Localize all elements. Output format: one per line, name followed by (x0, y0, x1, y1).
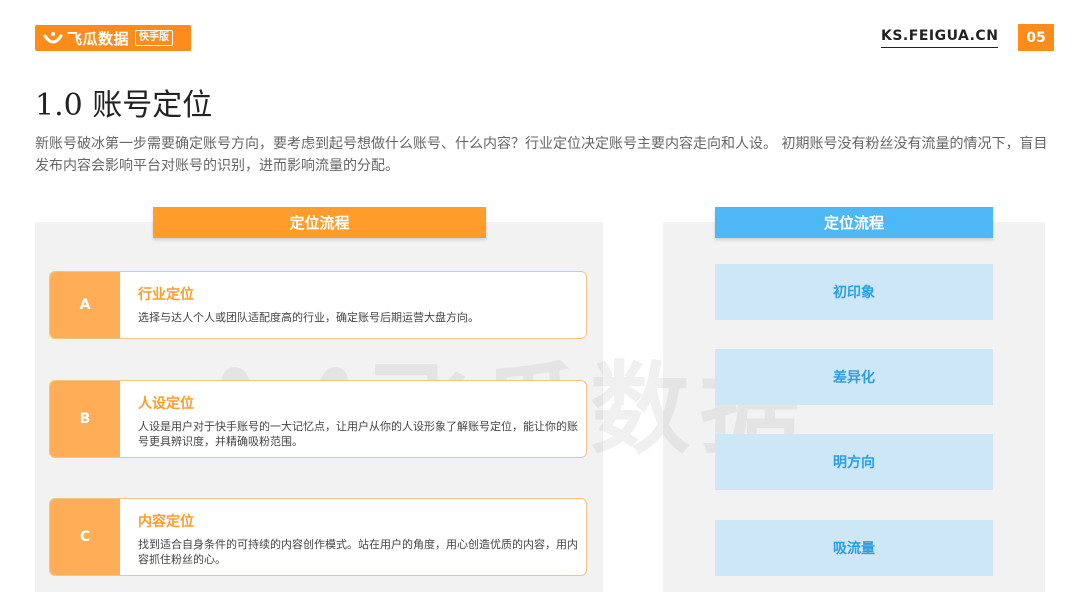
left-header: 定位流程 (153, 207, 486, 238)
card-title: 人设定位 (138, 396, 194, 412)
card-persona: B 人设定位 人设是用户对于快手账号的一大记忆点，让用户从你的人设形象了解账号定… (49, 380, 587, 458)
step-direction: 明方向 (715, 434, 993, 490)
card-badge: C (50, 499, 120, 575)
card-desc: 人设是用户对于快手账号的一大记忆点，让用户从你的人设形象了解账号定位，能让你的账… (138, 420, 578, 448)
page-number: 05 (1018, 24, 1054, 51)
card-title: 行业定位 (138, 287, 194, 303)
melon-logo-icon (43, 32, 63, 44)
card-badge: B (50, 381, 120, 457)
card-desc: 选择与达人个人或团队适配度高的行业，确定账号后期运营大盘方向。 (138, 311, 479, 324)
right-header: 定位流程 (715, 207, 993, 238)
intro-paragraph: 新账号破冰第一步需要确定账号方向，要考虑到起号想做什么账号、什么内容？行业定位决… (35, 136, 1048, 174)
page-title: 1.0 账号定位 (35, 88, 213, 123)
card-content: C 内容定位 找到适合自身条件的可持续的内容创作模式。站在用户的角度，用心创造优… (49, 498, 587, 576)
step-first-impression: 初印象 (715, 264, 993, 320)
step-traffic: 吸流量 (715, 520, 993, 576)
card-industry: A 行业定位 选择与达人个人或团队适配度高的行业，确定账号后期运营大盘方向。 (49, 271, 587, 339)
step-differentiation: 差异化 (715, 349, 993, 405)
logo-tag: 快手版 (135, 30, 174, 46)
logo-name: 飞瓜数据 (67, 29, 130, 48)
site-url[interactable]: KS.FEIGUA.CN (881, 28, 999, 48)
brand-logo: 飞瓜数据 快手版 (35, 25, 191, 51)
card-title: 内容定位 (138, 514, 194, 530)
card-badge: A (50, 272, 120, 338)
card-desc: 找到适合自身条件的可持续的内容创作模式。站在用户的角度，用心创造优质的内容，用内… (138, 538, 578, 566)
